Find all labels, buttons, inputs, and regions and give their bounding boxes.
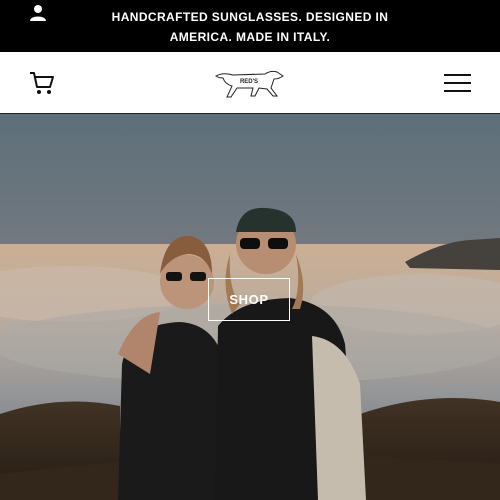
site-logo[interactable]: RED'S [213, 66, 285, 100]
site-header: RED'S [0, 52, 500, 114]
hero-banner: SHOP [0, 114, 500, 500]
logo-text: RED'S [240, 79, 258, 85]
announcement-text: HANDCRAFTED SUNGLASSES. DESIGNED IN AMER… [111, 10, 389, 44]
announcement-bar: HANDCRAFTED SUNGLASSES. DESIGNED IN AMER… [0, 0, 500, 52]
shop-button[interactable]: SHOP [208, 278, 290, 321]
cart-icon[interactable] [28, 69, 56, 97]
user-icon[interactable] [29, 4, 47, 22]
dog-logo-icon: RED'S [215, 70, 284, 98]
hamburger-menu-icon[interactable] [444, 74, 471, 93]
